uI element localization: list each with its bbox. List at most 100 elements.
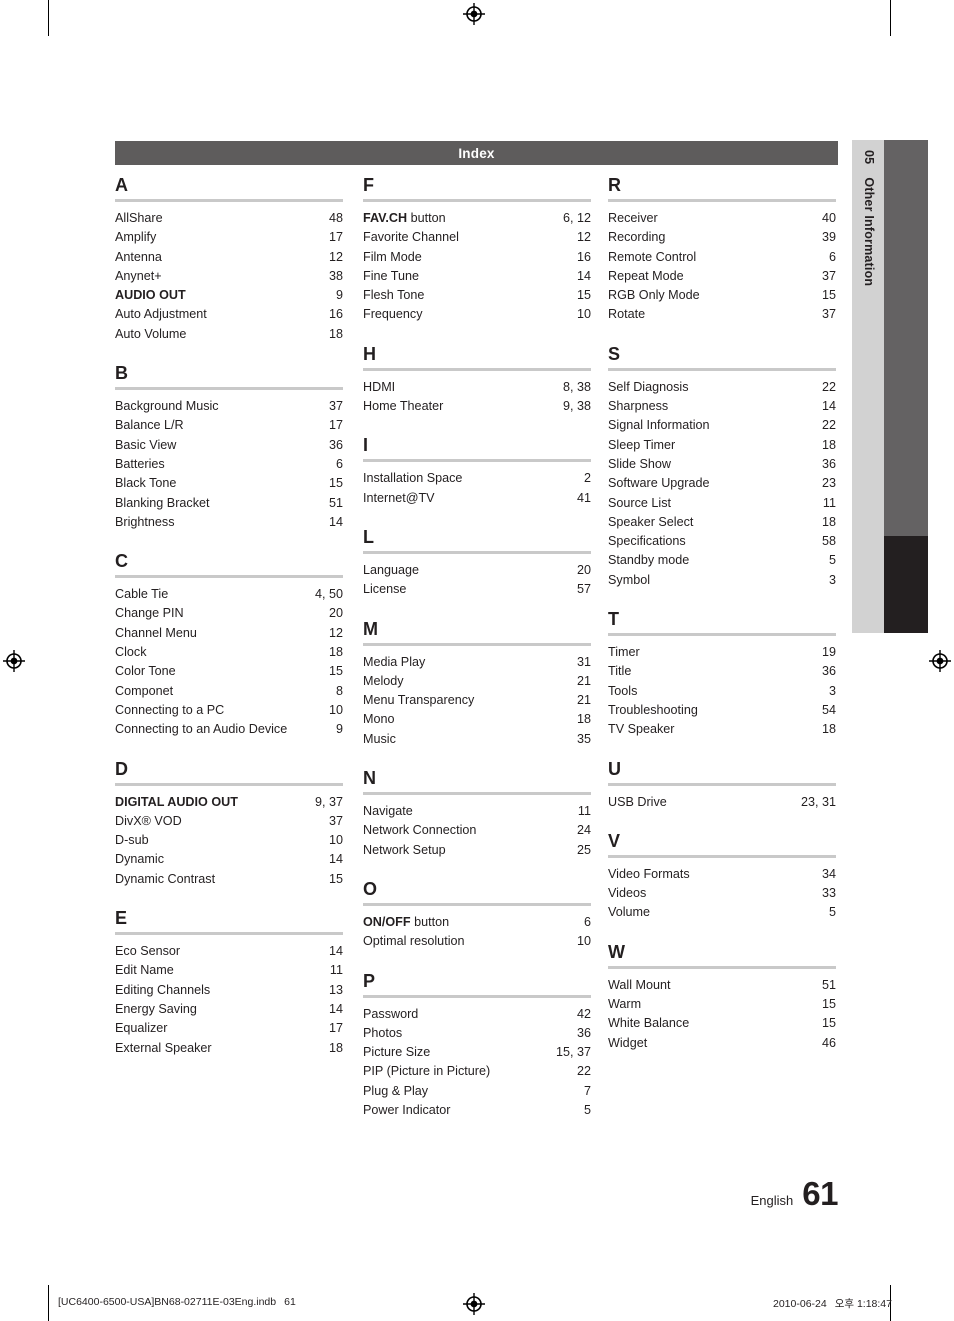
index-entry[interactable]: Auto Adjustment 16	[115, 305, 343, 324]
index-entry-page: 18	[328, 1040, 343, 1055]
index-entry[interactable]: Signal Information 22	[608, 416, 836, 435]
index-entry[interactable]: Clock 18	[115, 643, 343, 662]
index-entry[interactable]: Widget 46	[608, 1034, 836, 1053]
index-entry[interactable]: USB Drive 23, 31	[608, 793, 836, 812]
index-entry[interactable]: Film Mode 16	[363, 248, 591, 267]
index-entry[interactable]: PIP (Picture in Picture) 22	[363, 1062, 591, 1081]
index-entry[interactable]: Volume 5	[608, 903, 836, 922]
index-entry[interactable]: Internet@TV 41	[363, 489, 591, 508]
index-entry[interactable]: Energy Saving 14	[115, 1000, 343, 1019]
index-entry[interactable]: Power Indicator 5	[363, 1101, 591, 1120]
index-entry[interactable]: Auto Volume 18	[115, 325, 343, 344]
index-entry[interactable]: Melody 21	[363, 672, 591, 691]
index-entry[interactable]: Installation Space 2	[363, 469, 591, 488]
index-entry[interactable]: Black Tone 15	[115, 474, 343, 493]
index-entry[interactable]: Symbol 3	[608, 571, 836, 590]
index-entry[interactable]: RGB Only Mode 15	[608, 286, 836, 305]
index-entry[interactable]: Receiver 40	[608, 209, 836, 228]
index-entry[interactable]: Troubleshooting 54	[608, 701, 836, 720]
index-entry[interactable]: Home Theater 9, 38	[363, 397, 591, 416]
index-entry[interactable]: Language 20	[363, 561, 591, 580]
index-entry[interactable]: Channel Menu 12	[115, 624, 343, 643]
index-entry[interactable]: AUDIO OUT 9	[115, 286, 343, 305]
index-entry[interactable]: Dynamic Contrast 15	[115, 870, 343, 889]
index-entry[interactable]: Wall Mount 51	[608, 976, 836, 995]
index-entry[interactable]: Warm 15	[608, 995, 836, 1014]
index-entry[interactable]: DivX® VOD 37	[115, 812, 343, 831]
index-entry[interactable]: Favorite Channel 12	[363, 228, 591, 247]
index-entry[interactable]: Repeat Mode 37	[608, 267, 836, 286]
index-entry[interactable]: Standby mode 5	[608, 551, 836, 570]
index-entry[interactable]: Remote Control 6	[608, 248, 836, 267]
index-entry[interactable]: Network Connection 24	[363, 821, 591, 840]
index-entry[interactable]: Dynamic 14	[115, 850, 343, 869]
index-entry[interactable]: Title 36	[608, 662, 836, 681]
index-entry[interactable]: Blanking Bracket 51	[115, 494, 343, 513]
index-entry[interactable]: Rotate 37	[608, 305, 836, 324]
index-entry[interactable]: HDMI 8, 38	[363, 378, 591, 397]
index-entry[interactable]: Basic View 36	[115, 436, 343, 455]
index-entry[interactable]: Optimal resolution 10	[363, 932, 591, 951]
index-entry[interactable]: Plug & Play 7	[363, 1082, 591, 1101]
index-entry[interactable]: Tools 3	[608, 682, 836, 701]
index-entry[interactable]: Batteries 6	[115, 455, 343, 474]
index-entry-page: 36	[328, 437, 343, 452]
index-entry-page: 15	[576, 288, 591, 303]
index-entry[interactable]: Software Upgrade 23	[608, 474, 836, 493]
index-entry[interactable]: Frequency 10	[363, 305, 591, 324]
index-entry[interactable]: Sleep Timer 18	[608, 436, 836, 455]
index-entry[interactable]: FAV.CH button 6, 12	[363, 209, 591, 228]
index-entry[interactable]: Source List 11	[608, 494, 836, 513]
index-entry[interactable]: White Balance 15	[608, 1014, 836, 1033]
index-entry[interactable]: Specifications 58	[608, 532, 836, 551]
index-entry[interactable]: DIGITAL AUDIO OUT 9, 37	[115, 793, 343, 812]
index-entry-label: Background Music	[115, 399, 219, 414]
index-entry[interactable]: Componet 8	[115, 682, 343, 701]
index-entry[interactable]: Cable Tie 4, 50	[115, 585, 343, 604]
index-entry[interactable]: Anynet+ 38	[115, 267, 343, 286]
index-entry[interactable]: Network Setup 25	[363, 841, 591, 860]
index-entry[interactable]: Connecting to a PC 10	[115, 701, 343, 720]
index-entry[interactable]: External Speaker 18	[115, 1039, 343, 1058]
index-entry[interactable]: Edit Name 11	[115, 961, 343, 980]
index-entry-label: Network Setup	[363, 842, 446, 857]
index-entry-label: Editing Channels	[115, 982, 211, 997]
index-entry[interactable]: Amplify 17	[115, 228, 343, 247]
index-entry[interactable]: Picture Size 15, 37	[363, 1043, 591, 1062]
index-entry[interactable]: Connecting to an Audio Device 9	[115, 720, 343, 739]
index-entry[interactable]: Recording 39	[608, 228, 836, 247]
index-entry-label: Software Upgrade	[608, 476, 710, 491]
index-entry[interactable]: Color Tone 15	[115, 662, 343, 681]
index-entry[interactable]: TV Speaker 18	[608, 720, 836, 739]
index-entry[interactable]: Flesh Tone 15	[363, 286, 591, 305]
index-entry[interactable]: Speaker Select 18	[608, 513, 836, 532]
index-entry[interactable]: Video Formats 34	[608, 865, 836, 884]
index-entry[interactable]: Videos 33	[608, 884, 836, 903]
index-entry[interactable]: Antenna 12	[115, 248, 343, 267]
index-group-rule	[363, 792, 591, 796]
index-entry[interactable]: Menu Transparency 21	[363, 691, 591, 710]
index-entry[interactable]: Mono 18	[363, 710, 591, 729]
index-entry[interactable]: Change PIN 20	[115, 604, 343, 623]
index-entry[interactable]: Music 35	[363, 730, 591, 749]
index-entry[interactable]: Sharpness 14	[608, 397, 836, 416]
index-entry[interactable]: D-sub 10	[115, 831, 343, 850]
index-entry[interactable]: Media Play 31	[363, 653, 591, 672]
index-entry[interactable]: AllShare 48	[115, 209, 343, 228]
index-entry[interactable]: Background Music 37	[115, 397, 343, 416]
index-entry[interactable]: Fine Tune 14	[363, 267, 591, 286]
index-entry[interactable]: Self Diagnosis 22	[608, 378, 836, 397]
index-entry[interactable]: Navigate 11	[363, 802, 591, 821]
index-entry[interactable]: Eco Sensor 14	[115, 942, 343, 961]
index-entry-page: 25	[576, 842, 591, 857]
index-entry[interactable]: Equalizer 17	[115, 1019, 343, 1038]
index-entry[interactable]: ON/OFF button 6	[363, 913, 591, 932]
index-entry[interactable]: Slide Show 36	[608, 455, 836, 474]
index-entry[interactable]: Brightness 14	[115, 513, 343, 532]
index-entry[interactable]: Editing Channels 13	[115, 981, 343, 1000]
index-entry[interactable]: Photos 36	[363, 1024, 591, 1043]
index-entry[interactable]: Balance L/R 17	[115, 416, 343, 435]
index-entry[interactable]: License 57	[363, 580, 591, 599]
index-entry[interactable]: Password 42	[363, 1005, 591, 1024]
index-entry[interactable]: Timer 19	[608, 643, 836, 662]
